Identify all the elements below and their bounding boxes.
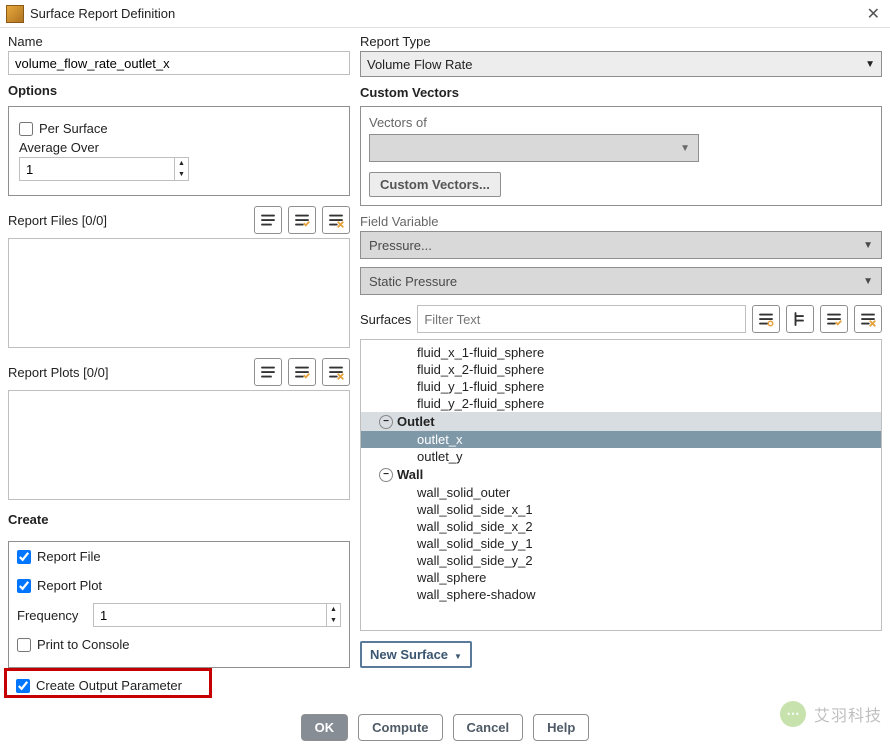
surfaces-tree[interactable]: fluid_x_1-fluid_sphere fluid_x_2-fluid_s… xyxy=(361,340,881,630)
report-plots-list[interactable] xyxy=(8,390,350,500)
new-surface-button[interactable]: New Surface▼ xyxy=(360,641,472,668)
name-input[interactable] xyxy=(8,51,350,75)
watermark: ⋯ 艾羽科技 xyxy=(780,701,882,727)
list-item[interactable]: fluid_x_1-fluid_sphere xyxy=(361,344,881,361)
custom-vectors-group: Vectors of ▼ Custom Vectors... xyxy=(360,106,882,206)
create-group: Report File Report Plot Frequency ▲▼ Pri… xyxy=(8,541,350,668)
compute-button[interactable]: Compute xyxy=(358,714,442,741)
titlebar: Surface Report Definition ✕ xyxy=(0,0,890,28)
tree-group-wall[interactable]: −Wall xyxy=(361,465,881,484)
chevron-down-icon: ▼ xyxy=(865,59,875,70)
window-title: Surface Report Definition xyxy=(30,6,175,21)
list-check-icon[interactable] xyxy=(288,358,316,386)
list-item[interactable]: fluid_x_2-fluid_sphere xyxy=(361,361,881,378)
list-item[interactable]: wall_solid_side_x_1 xyxy=(361,501,881,518)
list-check-icon[interactable] xyxy=(288,206,316,234)
help-button[interactable]: Help xyxy=(533,714,589,741)
avg-over-label: Average Over xyxy=(19,140,339,155)
report-plots-header: Report Plots [0/0] xyxy=(8,365,108,380)
list-icon[interactable] xyxy=(254,358,282,386)
report-type-combo[interactable]: Volume Flow Rate▼ xyxy=(360,51,882,77)
collapse-icon: − xyxy=(379,468,393,482)
options-group: Per Surface Average Over ▲▼ xyxy=(8,106,350,196)
name-label: Name xyxy=(8,34,350,49)
collapse-icon: − xyxy=(379,415,393,429)
list-item[interactable]: wall_sphere xyxy=(361,569,881,586)
custom-vectors-button[interactable]: Custom Vectors... xyxy=(369,172,501,197)
frequency-label: Frequency xyxy=(17,608,89,623)
per-surface-checkbox[interactable]: Per Surface xyxy=(19,121,339,136)
report-plot-checkbox[interactable]: Report Plot xyxy=(17,578,341,593)
chevron-down-icon: ▼ xyxy=(175,169,188,180)
vectors-of-combo[interactable]: ▼ xyxy=(369,134,699,162)
app-icon xyxy=(6,5,24,23)
create-output-param-checkbox[interactable]: Create Output Parameter xyxy=(16,678,342,693)
list-item[interactable]: wall_sphere-shadow xyxy=(361,586,881,603)
list-item[interactable]: fluid_y_1-fluid_sphere xyxy=(361,378,881,395)
list-item-selected[interactable]: outlet_x xyxy=(361,431,881,448)
avg-over-spinner[interactable]: ▲▼ xyxy=(19,157,189,181)
report-file-checkbox[interactable]: Report File xyxy=(17,549,341,564)
list-item[interactable]: fluid_y_2-fluid_sphere xyxy=(361,395,881,412)
surfaces-filter-input[interactable] xyxy=(417,305,746,333)
tree-group-outlet[interactable]: −Outlet xyxy=(361,412,881,431)
chevron-up-icon: ▲ xyxy=(175,158,188,169)
field-variable-combo-1[interactable]: Pressure...▼ xyxy=(360,231,882,259)
deselect-all-icon[interactable] xyxy=(854,305,882,333)
list-item[interactable]: wall_solid_side_y_2 xyxy=(361,552,881,569)
options-title: Options xyxy=(8,81,350,102)
report-type-label: Report Type xyxy=(360,34,882,49)
wechat-icon: ⋯ xyxy=(780,701,806,727)
select-all-icon[interactable] xyxy=(820,305,848,333)
list-item[interactable]: wall_solid_side_y_1 xyxy=(361,535,881,552)
list-item[interactable]: outlet_y xyxy=(361,448,881,465)
create-title: Create xyxy=(8,510,350,531)
vectors-of-label: Vectors of xyxy=(369,115,699,130)
cancel-button[interactable]: Cancel xyxy=(453,714,524,741)
ok-button[interactable]: OK xyxy=(301,714,349,741)
field-variable-label: Field Variable xyxy=(360,214,882,229)
print-console-checkbox[interactable]: Print to Console xyxy=(17,637,341,652)
list-remove-icon[interactable] xyxy=(322,206,350,234)
report-files-header: Report Files [0/0] xyxy=(8,213,107,228)
frequency-spinner[interactable]: ▲▼ xyxy=(93,603,341,627)
custom-vectors-title: Custom Vectors xyxy=(360,83,882,104)
close-icon[interactable]: ✕ xyxy=(863,4,884,24)
tree-icon[interactable] xyxy=(786,305,814,333)
chevron-down-icon: ▼ xyxy=(454,652,462,661)
report-files-list[interactable] xyxy=(8,238,350,348)
surfaces-label: Surfaces xyxy=(360,312,411,327)
list-item[interactable]: wall_solid_side_x_2 xyxy=(361,518,881,535)
filter-icon[interactable] xyxy=(752,305,780,333)
list-icon[interactable] xyxy=(254,206,282,234)
field-variable-combo-2[interactable]: Static Pressure▼ xyxy=(360,267,882,295)
list-remove-icon[interactable] xyxy=(322,358,350,386)
list-item[interactable]: wall_solid_outer xyxy=(361,484,881,501)
